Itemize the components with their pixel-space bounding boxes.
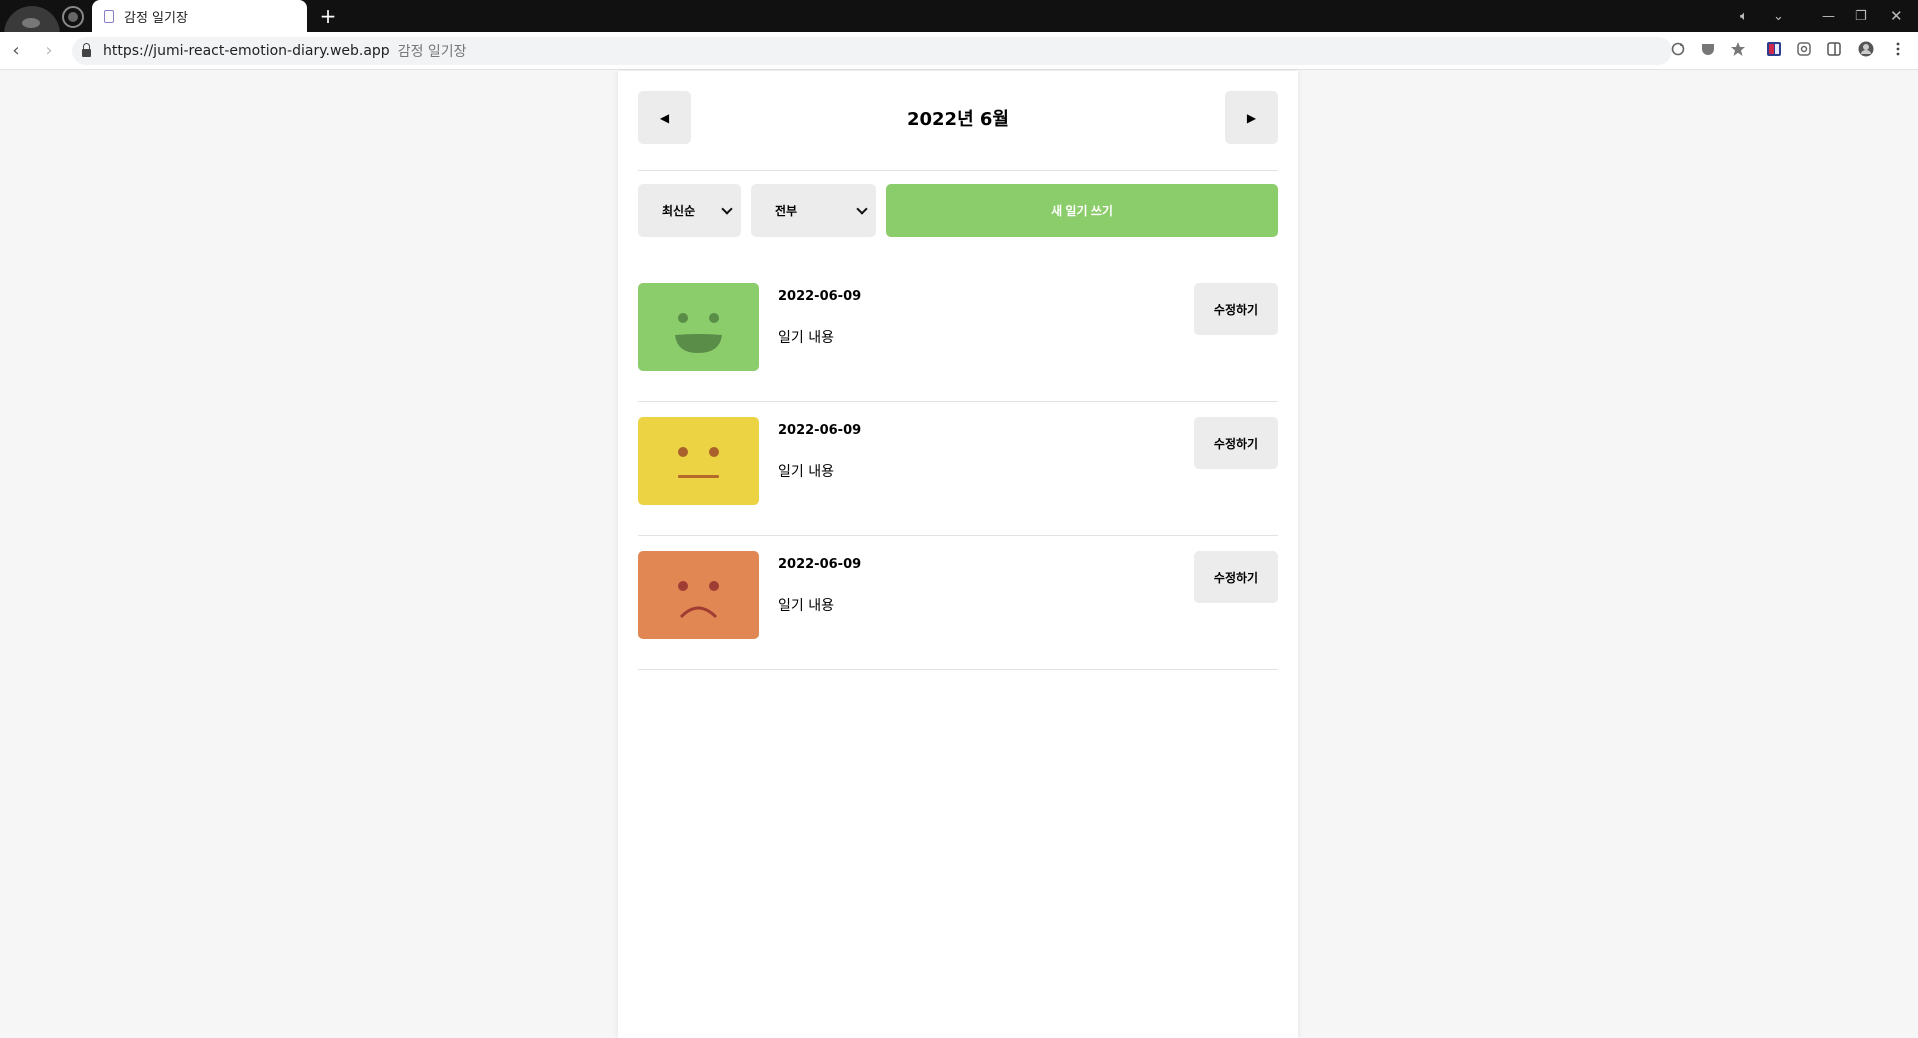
reload-translate-icon[interactable] [1670,41,1686,57]
minimize-icon[interactable]: — [1822,0,1835,32]
diary-content: 일기 내용 [778,598,834,614]
tab-search-chevron-icon[interactable]: ⌄ [1773,0,1784,32]
tab-title: 감정 일기장 [124,10,188,26]
emotion-image[interactable] [638,417,759,505]
browser-tab-bar: 감정 일기장 + 🔈︎ ⌄ — ❐ ✕ [0,0,1918,32]
page-favicon-icon [104,9,114,23]
new-tab-button[interactable]: + [316,4,340,28]
edit-diary-button[interactable]: 수정하기 [1194,551,1278,603]
control-menu: 최신순 전부 새 일기 쓰기 [638,184,1278,237]
emotion-image[interactable] [638,283,759,371]
new-diary-button[interactable]: 새 일기 쓰기 [886,184,1278,237]
diary-date: 2022-06-09 [778,289,862,304]
volume-icon[interactable]: 🔈︎ [1740,0,1748,32]
diary-content: 일기 내용 [778,464,834,480]
address-bar: ‹ › https://jumi-react-emotion-diary.web… [0,32,1918,70]
sort-order-value: 최신순 [662,204,696,218]
sort-order-select[interactable]: 최신순 [638,184,741,237]
forward-icon[interactable]: › [38,40,60,62]
next-month-button[interactable]: ▶ [1225,91,1278,144]
month-title: 2022년 6월 [906,108,1009,130]
side-panel-icon[interactable] [1826,41,1842,57]
diary-content: 일기 내용 [778,330,834,346]
diary-date: 2022-06-09 [778,557,862,572]
tab-group-icon[interactable] [62,6,84,28]
month-header: ◀ 2022년 6월 ▶ [638,91,1278,171]
chevron-down-icon [721,203,733,215]
close-window-icon[interactable]: ✕ [1890,0,1903,32]
diary-app: ◀ 2022년 6월 ▶ 최신순 전부 새 일기 쓰기 2022-06-09 일… [618,71,1298,1038]
restore-icon[interactable]: ❐ [1855,0,1867,32]
neutral-face-icon [678,447,719,478]
chevron-down-icon [856,203,868,215]
emotion-image[interactable] [638,551,759,639]
diary-item: 2022-06-09 일기 내용 수정하기 [638,417,1278,536]
lock-icon[interactable] [82,43,91,57]
pocket-icon[interactable] [1700,41,1716,57]
diary-date: 2022-06-09 [778,423,862,438]
profile-icon[interactable] [1858,41,1874,57]
omnibox[interactable]: https://jumi-react-emotion-diary.web.app… [72,37,1672,65]
emotion-filter-value: 전부 [775,204,798,218]
browser-menu-icon[interactable] [1890,41,1906,57]
screenshot-extension-icon[interactable] [1796,41,1812,57]
prev-month-button[interactable]: ◀ [638,91,691,144]
back-icon[interactable]: ‹ [5,40,27,62]
edit-diary-button[interactable]: 수정하기 [1194,283,1278,335]
edit-diary-button[interactable]: 수정하기 [1194,417,1278,469]
language-extension-icon[interactable] [1766,41,1782,57]
browser-tab[interactable]: 감정 일기장 [92,0,307,32]
sad-face-icon [678,581,719,619]
url-page-title: 감정 일기장 [397,44,467,60]
profile-avatar-icon[interactable] [0,2,62,32]
smile-face-icon [675,313,722,353]
bookmark-star-icon[interactable] [1730,41,1746,57]
emotion-filter-select[interactable]: 전부 [751,184,876,237]
diary-item: 2022-06-09 일기 내용 수정하기 [638,283,1278,402]
diary-item: 2022-06-09 일기 내용 수정하기 [638,551,1278,670]
diary-list: 2022-06-09 일기 내용 수정하기 2022-06-09 일기 내용 수… [638,283,1278,670]
url-text[interactable]: https://jumi-react-emotion-diary.web.app [103,43,390,59]
